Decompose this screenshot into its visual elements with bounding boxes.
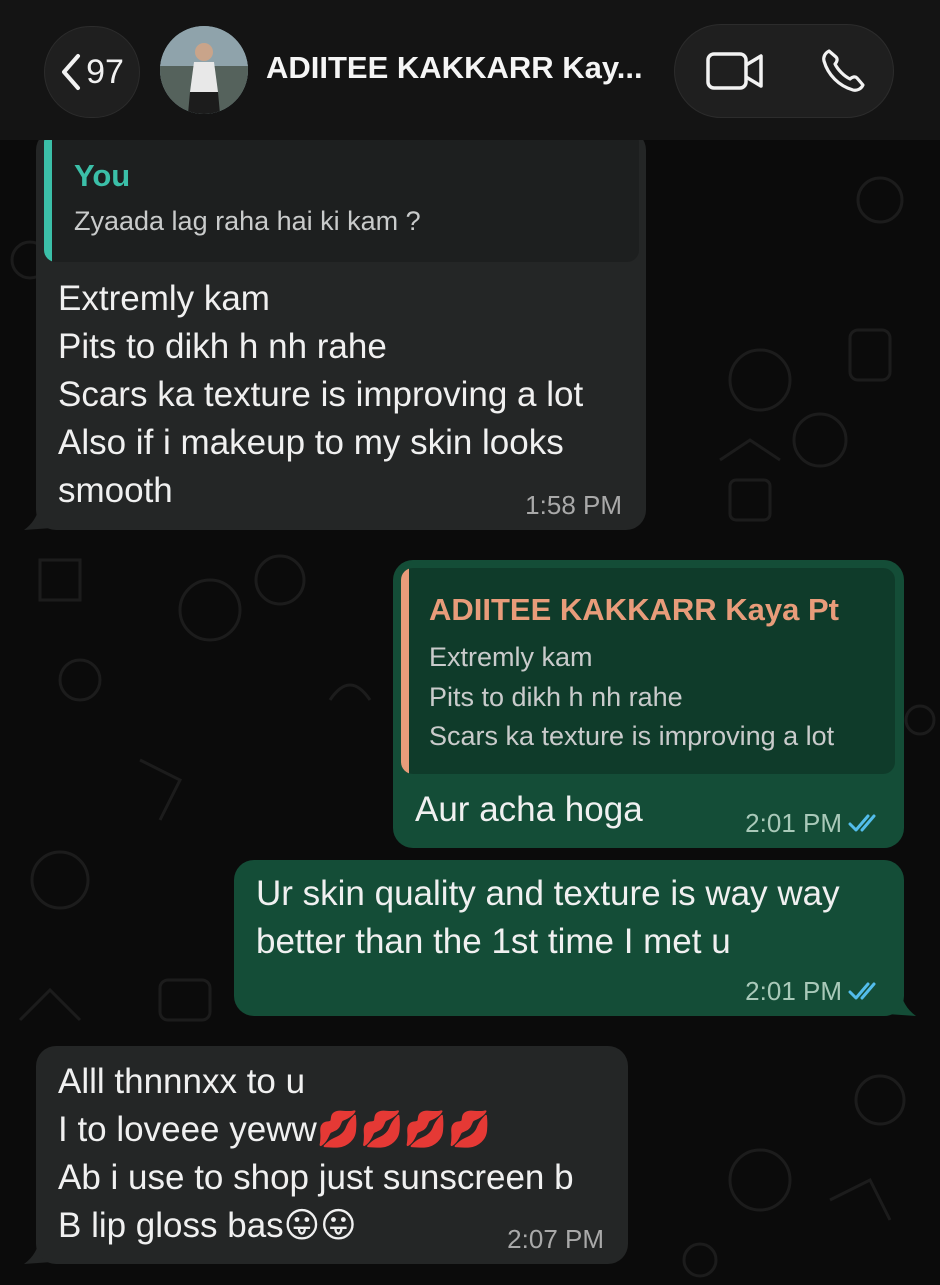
call-actions (674, 24, 894, 118)
quote-author: ADIITEE KAKKARR Kaya Pt (429, 592, 839, 627)
video-call-icon[interactable] (705, 49, 765, 93)
read-receipt-icon (848, 982, 876, 1000)
quote-bar (401, 568, 409, 774)
message-text: Alll thnnnxx to u I to loveee yeww💋💋💋💋 A… (58, 1062, 574, 1245)
quoted-message[interactable]: You Zyaada lag raha hai ki kam ? (44, 130, 639, 262)
message-time: 2:01 PM (745, 976, 882, 1007)
quote-author: You (74, 158, 131, 193)
message-text: Extremly kam Pits to dikh h nh rahe Scar… (58, 279, 584, 510)
message-incoming[interactable]: Alll thnnnxx to u I to loveee yeww💋💋💋💋 A… (36, 1046, 628, 1264)
contact-avatar[interactable] (160, 26, 248, 114)
message-time: 2:01 PM (745, 808, 882, 839)
message-outgoing[interactable]: ADIITEE KAKKARR Kaya Pt Extremly kam Pit… (393, 560, 904, 848)
message-text: Aur acha hoga (415, 790, 643, 829)
message-incoming[interactable]: You Zyaada lag raha hai ki kam ? Extreml… (36, 130, 646, 530)
quote-text: Zyaada lag raha hai ki kam ? (74, 206, 421, 236)
chevron-left-icon (62, 54, 81, 90)
quote-bar (44, 130, 52, 262)
message-time-label: 2:01 PM (745, 976, 842, 1006)
message-time-label: 2:01 PM (745, 808, 842, 838)
message-time: 2:07 PM (507, 1224, 604, 1254)
quoted-message[interactable]: ADIITEE KAKKARR Kaya Pt Extremly kam Pit… (401, 568, 895, 774)
read-receipt-icon (848, 814, 876, 832)
chat-header: 97 ADIITEE KAKKARR Kay... (0, 0, 940, 140)
unread-count: 97 (86, 52, 124, 91)
phone-icon[interactable] (819, 47, 867, 95)
back-button[interactable]: 97 (44, 26, 140, 118)
message-time: 1:58 PM (525, 490, 622, 520)
message-outgoing[interactable]: Ur skin quality and texture is way way b… (234, 860, 904, 1016)
quote-text: Extremly kam Pits to dikh h nh rahe Scar… (429, 642, 835, 751)
contact-name[interactable]: ADIITEE KAKKARR Kay... (266, 50, 646, 86)
message-text: Ur skin quality and texture is way way b… (256, 874, 840, 961)
